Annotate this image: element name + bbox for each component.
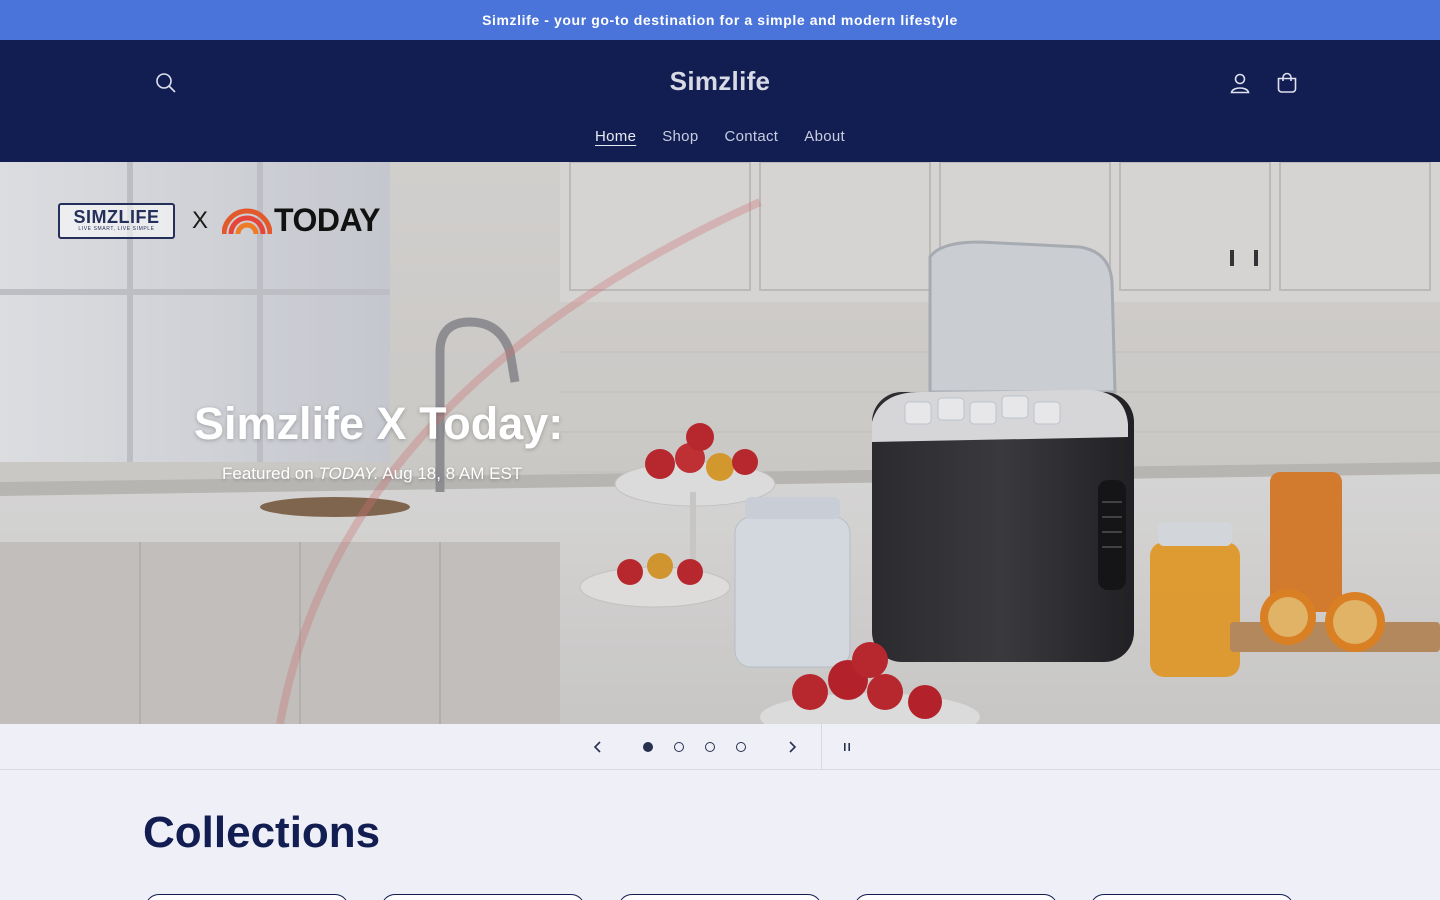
simzlife-badge-tagline: LIVE SMART, LIVE SIMPLE — [78, 226, 155, 232]
today-wordmark: TODAY — [274, 202, 380, 238]
controls-divider — [821, 724, 822, 770]
slide-dot-1[interactable] — [638, 737, 658, 757]
brand-separator: X — [192, 206, 209, 234]
site-header: Simzlife Home Shop Contact About — [0, 40, 1440, 162]
nav-about[interactable]: About — [791, 128, 858, 145]
nav-home[interactable]: Home — [582, 128, 649, 145]
slider-controls — [0, 724, 1440, 770]
collection-card[interactable] — [854, 894, 1058, 900]
user-icon[interactable] — [1218, 61, 1262, 105]
hero-title: Simzlife X Today: — [194, 398, 564, 449]
slide-dot-4[interactable] — [731, 737, 751, 757]
announcement-bar: Simzlife - your go-to destination for a … — [0, 0, 1440, 40]
collection-card[interactable] — [618, 894, 822, 900]
co-brand-logos: SIMZLIFE LIVE SMART, LIVE SIMPLE X TODAY — [58, 202, 380, 239]
collections-title: Collections — [143, 808, 381, 857]
hero-slideshow: SIMZLIFE LIVE SMART, LIVE SIMPLE X TODAY… — [0, 162, 1440, 724]
pause-icon[interactable] — [832, 732, 862, 762]
today-logo: TODAY — [222, 202, 380, 239]
collection-card[interactable] — [145, 894, 349, 900]
logo-link[interactable]: Simzlife — [670, 66, 771, 96]
search-icon[interactable] — [144, 61, 188, 105]
today-rainbow-icon — [222, 208, 273, 234]
collection-card[interactable] — [381, 894, 585, 900]
hero-subtitle-show: TODAY. — [318, 464, 379, 483]
hero-subtitle-suffix: Aug 18, 8 AM EST — [378, 464, 523, 483]
chevron-left-icon[interactable] — [583, 732, 613, 762]
hero-subtitle: Featured on TODAY. Aug 18, 8 AM EST — [222, 464, 522, 484]
simzlife-badge-text: SIMZLIFE — [73, 207, 160, 227]
main-nav: Home Shop Contact About — [0, 128, 1440, 145]
announcement-text: Simzlife - your go-to destination for a … — [482, 12, 958, 28]
slide-dot-2[interactable] — [669, 737, 689, 757]
cart-icon[interactable] — [1265, 61, 1309, 105]
hero-subtitle-prefix: Featured on — [222, 464, 319, 483]
chevron-right-icon[interactable] — [777, 732, 807, 762]
nav-shop[interactable]: Shop — [649, 128, 711, 145]
simzlife-badge: SIMZLIFE LIVE SMART, LIVE SIMPLE — [58, 202, 175, 239]
slide-dot-3[interactable] — [700, 737, 720, 757]
nav-contact[interactable]: Contact — [711, 128, 791, 145]
collection-card[interactable] — [1090, 894, 1294, 900]
